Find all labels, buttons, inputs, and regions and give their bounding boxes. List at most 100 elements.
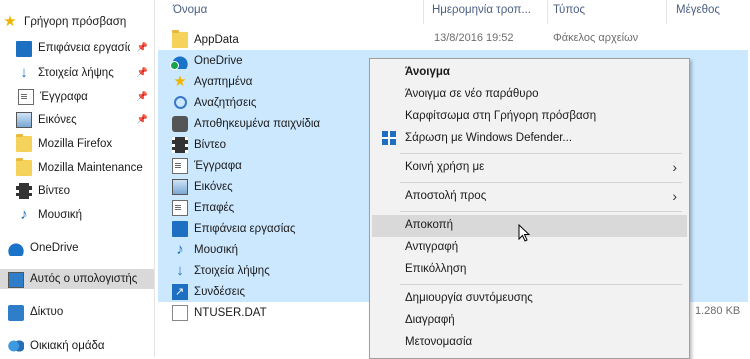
pin-icon: 📌 bbox=[136, 42, 148, 52]
nav-item-homegroup[interactable]: Οικιακή ομάδα bbox=[8, 336, 154, 356]
menu-item-label: Σάρωση με Windows Defender... bbox=[405, 132, 573, 144]
search-icon bbox=[172, 95, 188, 111]
favorites-star-icon: ★ bbox=[173, 72, 187, 90]
menu-item-label: Δημιουργία συντόμευσης bbox=[405, 292, 533, 304]
nav-item-onedrive[interactable]: OneDrive bbox=[8, 238, 154, 258]
menu-separator bbox=[400, 211, 682, 212]
links-icon bbox=[172, 283, 188, 300]
nav-item-label: Βίντεο bbox=[38, 185, 71, 197]
menu-item-pin-quick-access[interactable]: Καρφίτσωμα στη Γρήγορη πρόσβαση bbox=[372, 106, 687, 128]
music-icon: ♪ bbox=[176, 240, 184, 258]
onedrive-icon bbox=[170, 52, 188, 70]
nav-item-this-pc[interactable]: Αυτός ο υπολογιστής bbox=[0, 269, 154, 289]
column-type[interactable]: Τύπος bbox=[553, 4, 585, 16]
star-icon: ★ bbox=[3, 13, 17, 30]
file-name: Συνδέσεις bbox=[194, 285, 245, 298]
column-date-modified[interactable]: Ημερομηνία τροπ... bbox=[432, 4, 531, 16]
document-icon bbox=[18, 89, 34, 105]
file-name: Αποθηκευμένα παιχνίδια bbox=[194, 117, 321, 130]
file-name: Στοιχεία λήψης bbox=[194, 264, 270, 277]
video-icon bbox=[172, 136, 188, 153]
file-name: Αναζητήσεις bbox=[194, 96, 257, 109]
network-icon bbox=[8, 305, 24, 321]
menu-item-label: Αποκοπή bbox=[405, 219, 454, 231]
nav-item-network[interactable]: Δίκτυο bbox=[8, 302, 154, 322]
nav-item-label: Mozilla Firefox bbox=[38, 138, 113, 150]
column-separator[interactable] bbox=[547, 0, 548, 24]
folder-icon bbox=[16, 134, 32, 152]
folder-icon bbox=[172, 29, 188, 48]
file-type: Φάκελος αρχείων bbox=[553, 32, 639, 44]
folder-icon bbox=[16, 158, 32, 176]
column-separator[interactable] bbox=[423, 0, 424, 24]
nav-item-desktop[interactable]: Επιφάνεια εργασίας 📌 bbox=[16, 38, 154, 58]
nav-item-videos[interactable]: Βίντεο bbox=[16, 181, 154, 201]
nav-item-label: OneDrive bbox=[30, 242, 79, 254]
video-icon bbox=[16, 183, 32, 199]
menu-item-rename[interactable]: Μετονομασία bbox=[372, 332, 687, 354]
chevron-right-icon: › bbox=[672, 159, 677, 175]
nav-item-label: Στοιχεία λήψης bbox=[38, 67, 114, 79]
saved-games-icon bbox=[172, 115, 188, 132]
column-header: Όνομα Ημερομηνία τροπ... Τύπος Μέγεθος bbox=[155, 0, 750, 24]
nav-item-label: Μουσική bbox=[38, 209, 83, 221]
file-name: OneDrive bbox=[194, 54, 243, 67]
file-icon bbox=[172, 304, 188, 321]
pin-icon: 📌 bbox=[136, 67, 148, 77]
file-name: Επαφές bbox=[194, 201, 235, 214]
mouse-cursor-icon bbox=[518, 224, 530, 242]
document-icon bbox=[172, 157, 188, 174]
nav-item-mozilla-maintenance[interactable]: Mozilla Maintenance bbox=[16, 158, 154, 178]
file-name: Βίντεο bbox=[194, 138, 227, 151]
nav-item-label: Έγγραφα bbox=[40, 91, 88, 103]
menu-item-label: Αποστολή προς bbox=[405, 190, 487, 202]
file-name: Επιφάνεια εργασίας bbox=[194, 222, 296, 235]
menu-item-label: Κοινή χρήση με bbox=[405, 161, 485, 173]
chevron-right-icon: › bbox=[672, 188, 677, 204]
file-name: AppData bbox=[194, 33, 239, 46]
nav-item-downloads[interactable]: ↓ Στοιχεία λήψης 📌 bbox=[16, 63, 154, 83]
menu-item-delete[interactable]: Διαγραφή bbox=[372, 310, 687, 332]
list-item-appdata[interactable]: AppData 13/8/2016 19:52 Φάκελος αρχείων bbox=[158, 29, 688, 50]
file-date: 13/8/2016 19:52 bbox=[434, 32, 514, 44]
file-name: NTUSER.DAT bbox=[194, 306, 267, 319]
column-separator[interactable] bbox=[666, 0, 667, 24]
menu-item-open[interactable]: Άνοιγμα bbox=[372, 62, 687, 84]
file-size: 1.280 KB bbox=[695, 305, 741, 317]
column-name[interactable]: Όνομα bbox=[173, 4, 207, 16]
menu-separator bbox=[400, 153, 682, 154]
nav-item-label: Επιφάνεια εργασίας bbox=[38, 42, 130, 54]
navigation-pane: ★ Γρήγορη πρόσβαση Επιφάνεια εργασίας 📌 … bbox=[0, 0, 154, 357]
pane-divider[interactable] bbox=[154, 0, 155, 357]
menu-item-label: Επικόλληση bbox=[405, 263, 467, 275]
menu-item-label: Διαγραφή bbox=[405, 314, 455, 326]
file-name: Αγαπημένα bbox=[194, 75, 253, 88]
menu-item-create-shortcut[interactable]: Δημιουργία συντόμευσης bbox=[372, 288, 687, 310]
column-size[interactable]: Μέγεθος bbox=[676, 4, 720, 16]
menu-item-label: Μετονομασία bbox=[405, 336, 473, 348]
menu-item-open-new-window[interactable]: Άνοιγμα σε νέο παράθυρο bbox=[372, 84, 687, 106]
sync-status-icon bbox=[170, 60, 179, 70]
file-name: Εικόνες bbox=[194, 180, 233, 193]
context-menu: Άνοιγμα Άνοιγμα σε νέο παράθυρο Καρφίτσω… bbox=[369, 58, 690, 359]
nav-item-mozilla-firefox[interactable]: Mozilla Firefox bbox=[16, 134, 154, 154]
menu-item-paste[interactable]: Επικόλληση bbox=[372, 259, 687, 281]
nav-item-label: Οικιακή ομάδα bbox=[30, 340, 105, 352]
menu-item-share-with[interactable]: Κοινή χρήση με › bbox=[372, 157, 687, 179]
desktop-icon bbox=[16, 41, 32, 57]
pictures-icon bbox=[172, 178, 188, 195]
download-icon: ↓ bbox=[176, 261, 184, 279]
menu-item-send-to[interactable]: Αποστολή προς › bbox=[372, 186, 687, 208]
nav-item-documents[interactable]: Έγγραφα 📌 bbox=[16, 87, 154, 107]
file-name: Έγγραφα bbox=[194, 159, 242, 172]
contacts-icon bbox=[172, 199, 188, 216]
desktop-icon bbox=[172, 220, 188, 237]
nav-item-pictures[interactable]: Εικόνες 📌 bbox=[16, 110, 154, 130]
nav-item-quick-access[interactable]: ★ Γρήγορη πρόσβαση bbox=[2, 12, 156, 32]
nav-item-label: Εικόνες bbox=[38, 114, 77, 126]
menu-item-scan-defender[interactable]: Σάρωση με Windows Defender... bbox=[372, 128, 687, 150]
nav-item-label: Γρήγορη πρόσβαση bbox=[24, 16, 127, 28]
menu-separator bbox=[400, 284, 682, 285]
nav-item-music[interactable]: ♪ Μουσική bbox=[16, 205, 154, 225]
menu-item-label: Καρφίτσωμα στη Γρήγορη πρόσβαση bbox=[405, 110, 597, 122]
